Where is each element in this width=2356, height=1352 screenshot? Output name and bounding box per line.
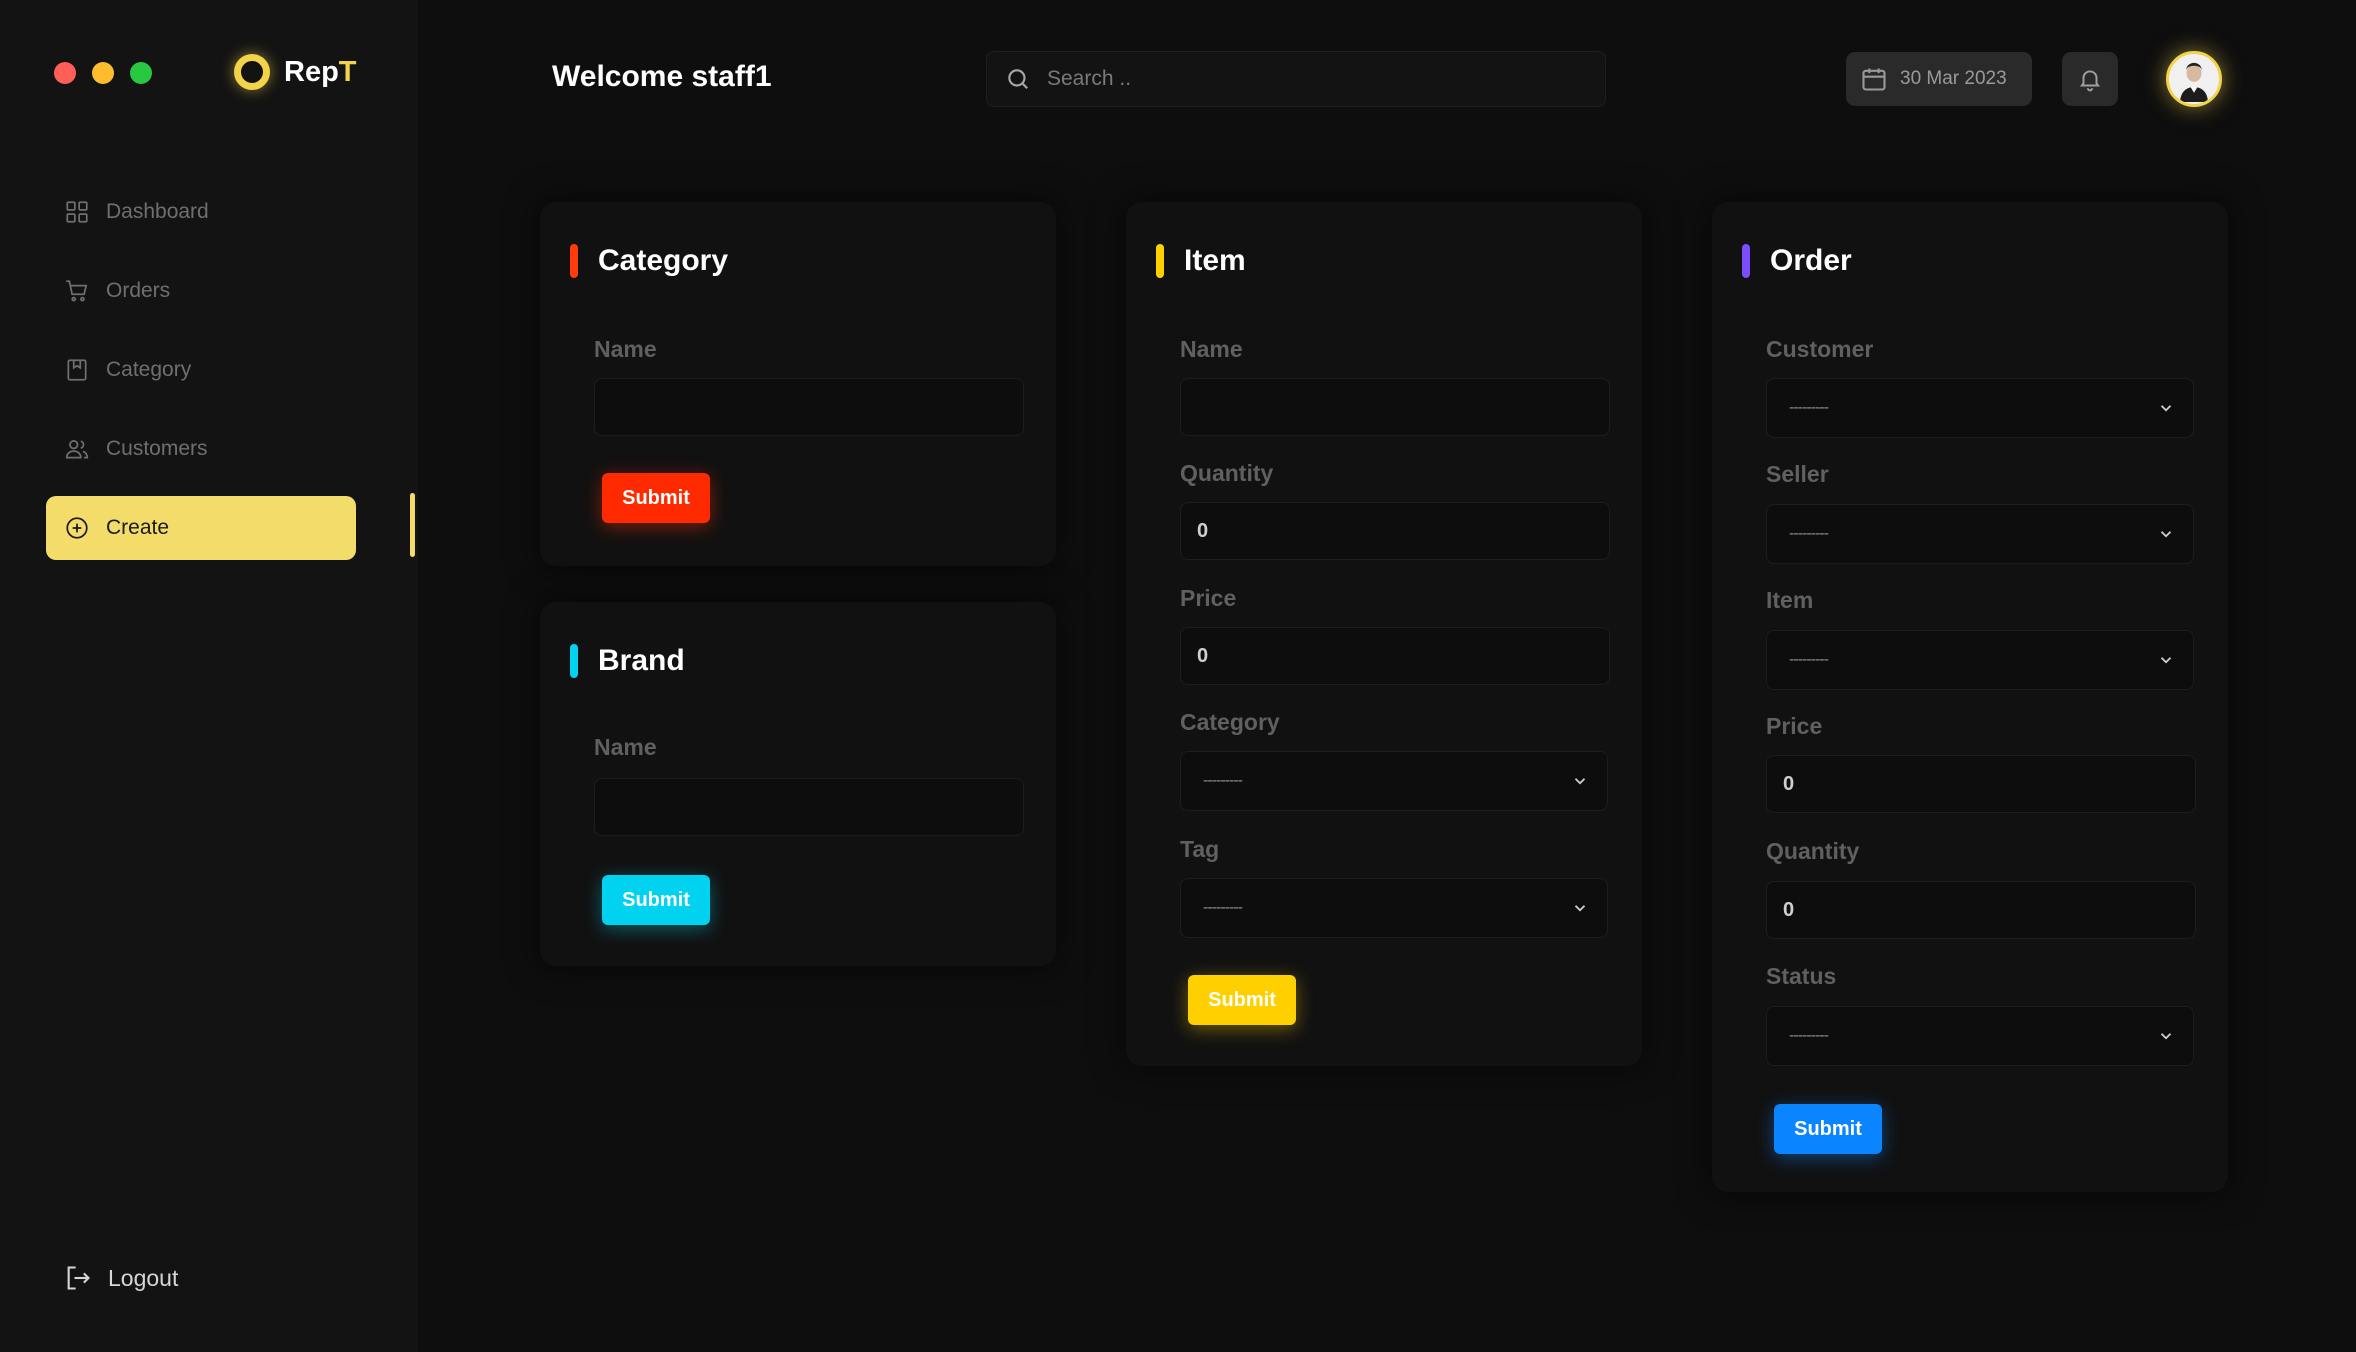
logout-icon	[67, 1266, 90, 1290]
item-category-label: Category	[1180, 709, 1280, 735]
chevron-down-icon	[1574, 778, 1586, 785]
item-tag-label: Tag	[1180, 836, 1220, 862]
item-name-label: Name	[1180, 336, 1243, 362]
brand-form-card: Brand Name Submit	[540, 602, 1056, 966]
item-quantity-label: Quantity	[1180, 460, 1274, 486]
title-accent-bar	[1156, 244, 1164, 278]
order-quantity-input[interactable]	[1766, 881, 2196, 939]
chevron-down-icon	[2160, 657, 2172, 664]
page-title: Welcome staff1	[552, 60, 772, 93]
category-name-label: Name	[594, 336, 657, 362]
select-value: ---------	[1203, 772, 1243, 789]
sidebar-item-orders[interactable]: Orders	[46, 259, 356, 323]
order-seller-select[interactable]: ---------	[1766, 504, 2194, 564]
sidebar-item-label: Orders	[106, 279, 171, 302]
order-status-select[interactable]: ---------	[1766, 1006, 2194, 1066]
sidebar-nav: Dashboard Orders Category Customers Crea…	[46, 180, 356, 575]
maximize-window-button[interactable]	[130, 62, 152, 84]
order-customer-label: Customer	[1766, 336, 1874, 362]
order-customer-select[interactable]: ---------	[1766, 378, 2194, 438]
cart-icon	[66, 280, 88, 302]
chevron-down-icon	[2160, 1033, 2172, 1040]
order-seller-label: Seller	[1766, 461, 1829, 487]
order-item-label: Item	[1766, 587, 1814, 613]
search-bar[interactable]	[986, 51, 1606, 107]
order-item-select[interactable]: ---------	[1766, 630, 2194, 690]
order-form-card: Order Customer --------- Seller --------…	[1712, 202, 2228, 1192]
category-form-card: Category Name Submit	[540, 202, 1056, 566]
plus-circle-icon	[66, 517, 88, 539]
sidebar-item-dashboard[interactable]: Dashboard	[46, 180, 356, 244]
logout-button[interactable]: Logout	[64, 1264, 178, 1292]
bell-icon	[2079, 70, 2101, 92]
category-submit-button[interactable]: Submit	[602, 473, 710, 523]
item-name-input[interactable]	[1180, 378, 1610, 436]
card-title: Category	[570, 244, 728, 278]
item-quantity-input[interactable]	[1180, 502, 1610, 560]
minimize-window-button[interactable]	[92, 62, 114, 84]
title-accent-bar	[570, 244, 578, 278]
category-title: Category	[598, 244, 729, 277]
sidebar: RepT Dashboard Orders Category Customers…	[0, 0, 418, 1352]
chevron-down-icon	[2160, 531, 2172, 538]
notifications-button[interactable]	[2062, 52, 2118, 106]
sidebar-item-category[interactable]: Category	[46, 338, 356, 402]
order-submit-button[interactable]: Submit	[1774, 1104, 1882, 1154]
avatar[interactable]	[2166, 51, 2222, 107]
sidebar-item-label: Category	[106, 358, 192, 381]
item-submit-button[interactable]: Submit	[1188, 975, 1296, 1025]
chevron-down-icon	[1574, 905, 1586, 912]
item-category-select[interactable]: ---------	[1180, 751, 1608, 811]
sidebar-item-create[interactable]: Create	[46, 496, 356, 560]
select-value: ---------	[1789, 399, 1829, 416]
sidebar-item-label: Dashboard	[106, 200, 209, 223]
date-button[interactable]: 30 Mar 2023	[1846, 52, 2032, 106]
order-quantity-label: Quantity	[1766, 838, 1860, 864]
item-price-label: Price	[1180, 585, 1237, 611]
app-logo[interactable]: RepT	[234, 54, 357, 90]
bookmark-icon	[67, 359, 87, 381]
select-value: ---------	[1789, 525, 1829, 542]
logout-label: Logout	[108, 1264, 179, 1291]
item-tag-select[interactable]: ---------	[1180, 878, 1608, 938]
window-controls	[54, 62, 152, 84]
item-form-card: Item Name Quantity Price Category ------…	[1126, 202, 1642, 1066]
item-title: Item	[1184, 244, 1246, 277]
sidebar-item-customers[interactable]: Customers	[46, 417, 356, 481]
search-icon	[1008, 69, 1028, 89]
select-value: ---------	[1789, 1027, 1829, 1044]
title-accent-bar	[1742, 244, 1750, 278]
card-title: Order	[1742, 244, 1852, 278]
search-input[interactable]	[1047, 67, 1567, 91]
brand-name-input[interactable]	[594, 778, 1024, 836]
active-indicator	[410, 493, 415, 557]
calendar-icon	[1862, 68, 1886, 91]
order-price-label: Price	[1766, 713, 1823, 739]
brand-name-label: Name	[594, 734, 657, 760]
user-avatar-icon	[2171, 56, 2217, 102]
card-title: Brand	[570, 644, 685, 678]
brand-title: Brand	[598, 644, 685, 677]
current-date: 30 Mar 2023	[1900, 68, 2007, 89]
chevron-down-icon	[2160, 405, 2172, 412]
logo-ring-icon	[234, 54, 270, 90]
category-name-input[interactable]	[594, 378, 1024, 436]
card-title: Item	[1156, 244, 1246, 278]
grid-icon	[66, 201, 88, 223]
order-title: Order	[1770, 244, 1852, 277]
order-status-label: Status	[1766, 963, 1837, 989]
select-value: ---------	[1203, 899, 1243, 916]
brand-submit-button[interactable]: Submit	[602, 875, 710, 925]
app-name: RepT	[284, 55, 357, 88]
close-window-button[interactable]	[54, 62, 76, 84]
item-price-input[interactable]	[1180, 627, 1610, 685]
order-price-input[interactable]	[1766, 755, 2196, 813]
sidebar-item-label: Customers	[106, 437, 208, 460]
title-accent-bar	[570, 644, 578, 678]
users-icon	[65, 440, 89, 459]
sidebar-item-label: Create	[106, 516, 170, 539]
select-value: ---------	[1789, 651, 1829, 668]
